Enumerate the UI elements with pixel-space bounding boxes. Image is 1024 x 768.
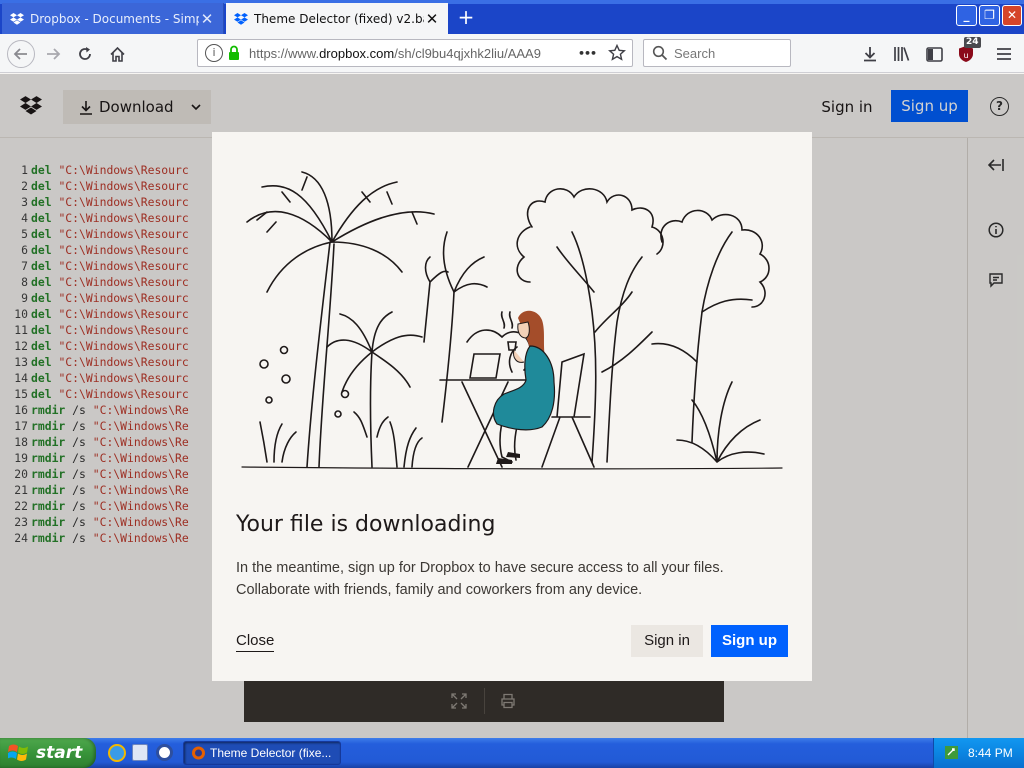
tab-close-icon[interactable]: ✕ bbox=[199, 11, 215, 27]
modal-sign-up-button[interactable]: Sign up bbox=[711, 625, 788, 657]
close-window-button[interactable]: ✕ bbox=[1002, 5, 1022, 26]
sidebar-icon[interactable] bbox=[923, 43, 945, 65]
library-icon[interactable] bbox=[891, 43, 913, 65]
forward-icon[interactable] bbox=[42, 43, 64, 65]
bookmark-star-icon[interactable] bbox=[608, 44, 626, 62]
shield-addon-icon[interactable]: u 24 bbox=[955, 37, 981, 65]
firefox-icon bbox=[192, 746, 205, 760]
garden-illustration bbox=[241, 171, 783, 470]
tab-dropbox-documents[interactable]: Dropbox - Documents - Simplify yo ✕ bbox=[2, 3, 224, 34]
browser-toolbar: i https://www.dropbox.com/sh/cl9bu4qjxhk… bbox=[0, 34, 1024, 73]
back-icon[interactable] bbox=[7, 40, 35, 68]
quicklaunch-icon[interactable] bbox=[132, 744, 148, 761]
tab-theme-delector[interactable]: Theme Delector (fixed) v2.bat ✕ bbox=[226, 3, 448, 34]
page-actions-icon[interactable]: ••• bbox=[578, 47, 604, 60]
browser-tab-strip: Dropbox - Documents - Simplify yo ✕ Them… bbox=[0, 0, 1024, 34]
speaker-icon[interactable] bbox=[944, 745, 959, 760]
minimize-button[interactable]: _ bbox=[956, 5, 977, 26]
media-icon[interactable] bbox=[156, 744, 173, 761]
task-label: Theme Delector (fixe... bbox=[210, 746, 332, 760]
info-icon[interactable]: i bbox=[205, 44, 223, 62]
modal-title: Your file is downloading bbox=[236, 512, 496, 537]
search-icon bbox=[652, 45, 668, 61]
home-icon[interactable] bbox=[106, 43, 128, 65]
clock: 8:44 PM bbox=[968, 746, 1013, 760]
svg-text:u: u bbox=[963, 51, 968, 60]
url-text: https://www.dropbox.com/sh/cl9bu4qjxhk2l… bbox=[249, 46, 578, 61]
restore-button[interactable]: ❐ bbox=[979, 5, 1000, 26]
modal-body-text: In the meantime, sign up for Dropbox to … bbox=[236, 560, 724, 598]
ie-icon[interactable] bbox=[108, 744, 126, 762]
start-button[interactable]: start bbox=[0, 738, 96, 768]
new-tab-button[interactable]: + bbox=[454, 6, 478, 28]
url-domain: dropbox.com bbox=[319, 45, 395, 61]
search-input[interactable]: Search bbox=[643, 39, 791, 67]
modal-sign-in-button[interactable]: Sign in bbox=[631, 625, 703, 657]
tab-close-icon[interactable]: ✕ bbox=[424, 11, 440, 27]
windows-logo-icon bbox=[8, 744, 28, 761]
url-prefix: https://www. bbox=[249, 45, 320, 61]
downloads-icon[interactable] bbox=[859, 43, 881, 65]
modal-close-link[interactable]: Close bbox=[236, 632, 275, 652]
addon-badge: 24 bbox=[964, 37, 981, 48]
system-tray: 8:44 PM bbox=[933, 738, 1024, 768]
taskbar-item-theme-delector[interactable]: Theme Delector (fixe... bbox=[183, 741, 341, 765]
search-placeholder: Search bbox=[674, 45, 716, 61]
url-bar[interactable]: i https://www.dropbox.com/sh/cl9bu4qjxhk… bbox=[197, 39, 633, 67]
reload-icon[interactable] bbox=[74, 43, 96, 65]
tab-title: Dropbox - Documents - Simplify yo bbox=[30, 11, 199, 26]
lock-icon bbox=[229, 45, 239, 60]
dropbox-favicon-icon bbox=[234, 12, 248, 25]
start-label: start bbox=[36, 743, 83, 763]
dropbox-favicon-icon bbox=[10, 12, 24, 25]
menu-icon[interactable] bbox=[993, 43, 1015, 65]
download-modal: Your file is downloading In the meantime… bbox=[212, 132, 812, 681]
windows-taskbar: start Theme Delector (fixe... 8:44 PM bbox=[0, 738, 1024, 768]
tab-title: Theme Delector (fixed) v2.bat bbox=[254, 11, 424, 26]
url-path: /sh/cl9bu4qjxhk2liu/AAA9 bbox=[394, 45, 541, 61]
